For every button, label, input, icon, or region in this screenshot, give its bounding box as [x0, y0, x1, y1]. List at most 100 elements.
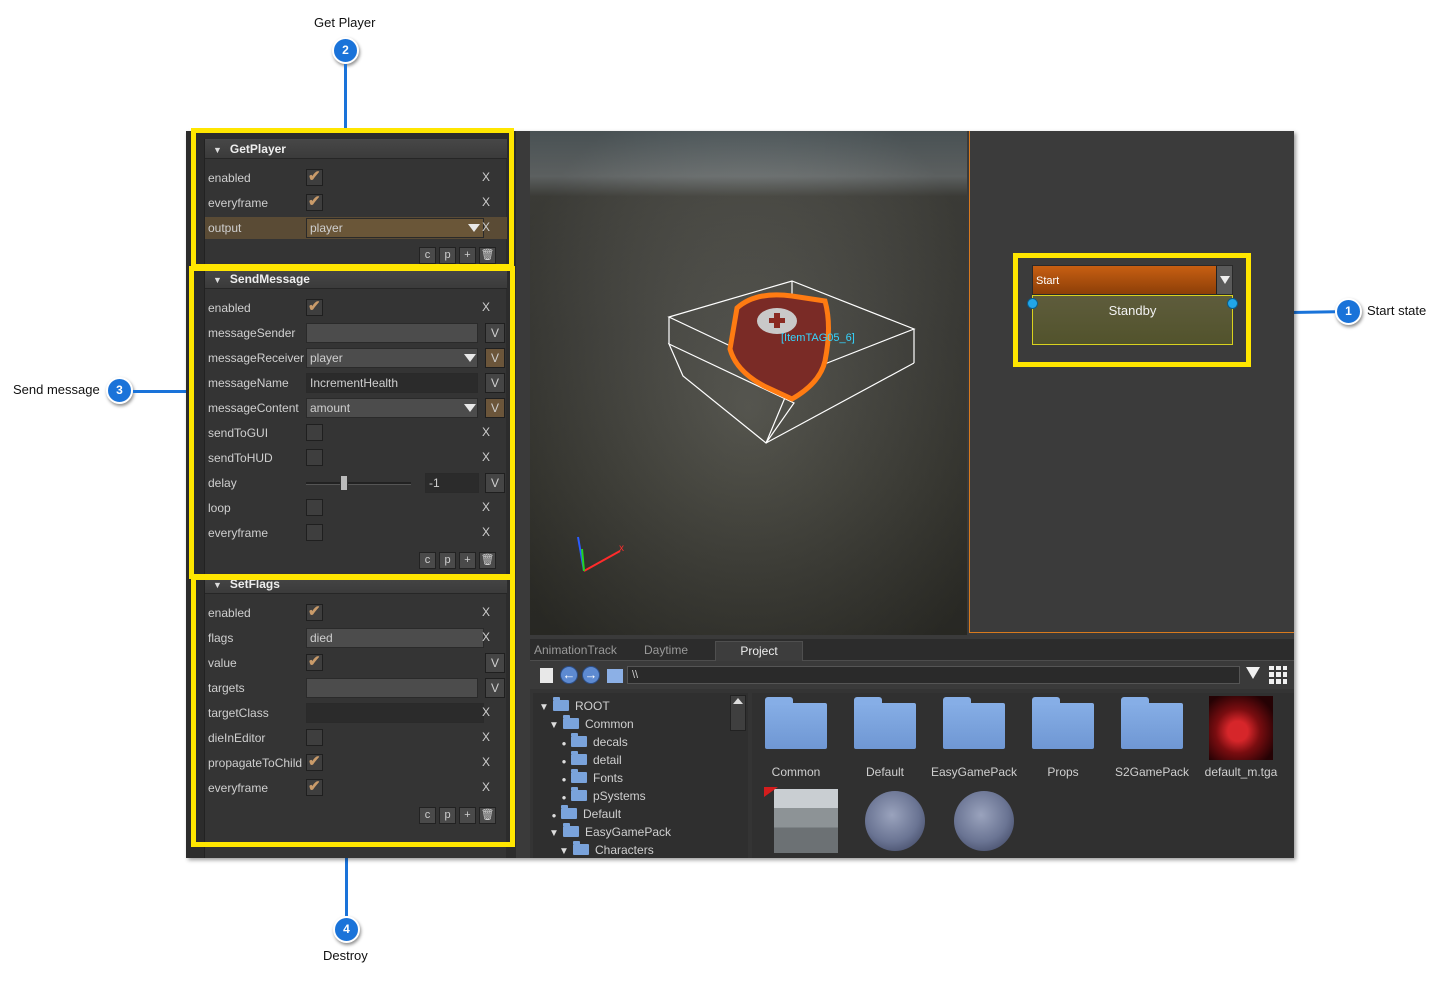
variable-button[interactable]: V	[485, 678, 505, 698]
tab-animation-track[interactable]: AnimationTrack	[534, 643, 617, 657]
asset-folder-default[interactable]: Default	[841, 693, 929, 779]
tree-item-psystems[interactable]: ● pSystems	[557, 787, 646, 807]
variable-button[interactable]: V	[485, 473, 505, 493]
tree-item-root[interactable]: ▼ ROOT	[539, 697, 610, 717]
state-node-standby[interactable]: Start Standby	[1027, 265, 1238, 346]
add-button[interactable]: +	[459, 247, 476, 264]
c-button[interactable]: c	[419, 247, 436, 264]
remove-x-button[interactable]: X	[482, 170, 490, 184]
tree-item-decals[interactable]: ● decals	[557, 733, 628, 753]
getplayer-header[interactable]: ▼ GetPlayer	[205, 139, 507, 159]
everyframe-checkbox[interactable]	[306, 524, 323, 541]
remove-x-button[interactable]: X	[482, 300, 490, 314]
delay-slider-handle[interactable]	[340, 475, 348, 491]
remove-x-button[interactable]: X	[482, 525, 490, 539]
scene-viewport[interactable]: x [ItemTAG05_6]	[530, 131, 967, 635]
state-body[interactable]: Standby	[1032, 295, 1233, 345]
remove-x-button[interactable]: X	[482, 730, 490, 744]
state-header[interactable]: Start	[1032, 265, 1233, 295]
variable-button[interactable]: V	[485, 348, 505, 368]
asset-folder-s2gamepack[interactable]: S2GamePack	[1108, 693, 1196, 779]
add-button[interactable]: +	[459, 552, 476, 569]
material-sphere-thumbnail[interactable]	[954, 791, 1014, 851]
remove-x-button[interactable]: X	[482, 705, 490, 719]
trash-icon[interactable]: 🗑	[479, 807, 496, 824]
enabled-checkbox[interactable]	[306, 602, 323, 621]
tab-project[interactable]: Project	[715, 641, 803, 661]
setflags-header[interactable]: ▼ SetFlags	[205, 574, 507, 594]
remove-x-button[interactable]: X	[482, 780, 490, 794]
remove-x-button[interactable]: X	[482, 425, 490, 439]
collapse-triangle-icon[interactable]: ▼	[213, 270, 222, 290]
sendmessage-header[interactable]: ▼ SendMessage	[205, 269, 507, 289]
chevron-down-icon[interactable]	[1216, 266, 1232, 294]
add-button[interactable]: +	[459, 807, 476, 824]
tree-item-fonts[interactable]: ● Fonts	[557, 769, 623, 789]
enabled-checkbox[interactable]	[306, 297, 323, 316]
delay-field[interactable]: -1	[425, 473, 479, 493]
forward-arrow-icon[interactable]: →	[582, 666, 600, 684]
asset-folder-common[interactable]: Common	[752, 693, 840, 779]
back-arrow-icon[interactable]: ←	[560, 666, 578, 684]
tab-daytime[interactable]: Daytime	[644, 643, 688, 657]
folder-up-icon[interactable]	[607, 669, 623, 683]
target-class-field[interactable]	[306, 703, 484, 723]
targets-field[interactable]	[306, 678, 478, 698]
remove-x-button[interactable]: X	[482, 630, 490, 644]
message-sender-field[interactable]	[306, 323, 478, 343]
variable-button[interactable]: V	[485, 323, 505, 343]
tree-scrollbar[interactable]	[730, 695, 746, 731]
variable-button[interactable]: V	[485, 653, 505, 673]
message-receiver-dropdown[interactable]: player	[306, 348, 478, 368]
message-name-field[interactable]: IncrementHealth	[306, 373, 478, 393]
everyframe-checkbox[interactable]	[306, 777, 323, 796]
state-graph-area[interactable]	[969, 131, 1294, 633]
material-sphere-thumbnail[interactable]	[865, 791, 925, 851]
trash-icon[interactable]: 🗑	[479, 247, 496, 264]
tree-item-easygamepack[interactable]: ▼ EasyGamePack	[549, 823, 671, 843]
asset-folder-props[interactable]: Props	[1019, 693, 1107, 779]
import-icon[interactable]	[540, 668, 553, 683]
collapse-triangle-icon[interactable]: ▼	[213, 140, 222, 160]
chevron-down-icon[interactable]	[468, 224, 480, 232]
remove-x-button[interactable]: X	[482, 755, 490, 769]
path-input[interactable]: \\	[627, 666, 1240, 684]
scene-thumbnail[interactable]	[774, 789, 838, 853]
collapse-triangle-icon[interactable]: ▼	[213, 575, 222, 595]
variable-button[interactable]: V	[485, 398, 505, 418]
trash-icon[interactable]: 🗑	[479, 552, 496, 569]
remove-x-button[interactable]: X	[482, 605, 490, 619]
delay-slider-track[interactable]	[306, 482, 411, 485]
p-button[interactable]: p	[439, 247, 456, 264]
propagate-to-child-checkbox[interactable]	[306, 752, 323, 771]
die-in-editor-checkbox[interactable]	[306, 729, 323, 746]
scroll-up-icon[interactable]	[733, 698, 743, 704]
send-to-gui-checkbox[interactable]	[306, 424, 323, 441]
p-button[interactable]: p	[439, 807, 456, 824]
grid-view-icon[interactable]	[1269, 666, 1287, 684]
output-dropdown[interactable]: player	[306, 218, 484, 238]
value-checkbox[interactable]	[306, 652, 323, 671]
variable-button[interactable]: V	[485, 373, 505, 393]
chevron-down-icon[interactable]	[464, 354, 476, 362]
output-port-icon[interactable]	[1227, 298, 1238, 309]
remove-x-button[interactable]: X	[482, 195, 490, 209]
tree-item-common[interactable]: ▼ Common	[549, 715, 634, 735]
remove-x-button[interactable]: X	[482, 220, 490, 234]
message-content-dropdown[interactable]: amount	[306, 398, 478, 418]
input-port-icon[interactable]	[1027, 298, 1038, 309]
tree-item-characters[interactable]: ▼ Characters	[559, 841, 654, 858]
c-button[interactable]: c	[419, 552, 436, 569]
asset-folder-easygamepack[interactable]: EasyGamePack	[930, 693, 1018, 779]
loop-checkbox[interactable]	[306, 499, 323, 516]
everyframe-checkbox[interactable]	[306, 192, 323, 211]
enabled-checkbox[interactable]	[306, 167, 323, 186]
c-button[interactable]: c	[419, 807, 436, 824]
send-to-hud-checkbox[interactable]	[306, 449, 323, 466]
p-button[interactable]: p	[439, 552, 456, 569]
remove-x-button[interactable]: X	[482, 500, 490, 514]
filter-icon[interactable]	[1246, 667, 1260, 679]
chevron-down-icon[interactable]	[464, 404, 476, 412]
remove-x-button[interactable]: X	[482, 450, 490, 464]
tree-item-detail[interactable]: ● detail	[557, 751, 622, 771]
